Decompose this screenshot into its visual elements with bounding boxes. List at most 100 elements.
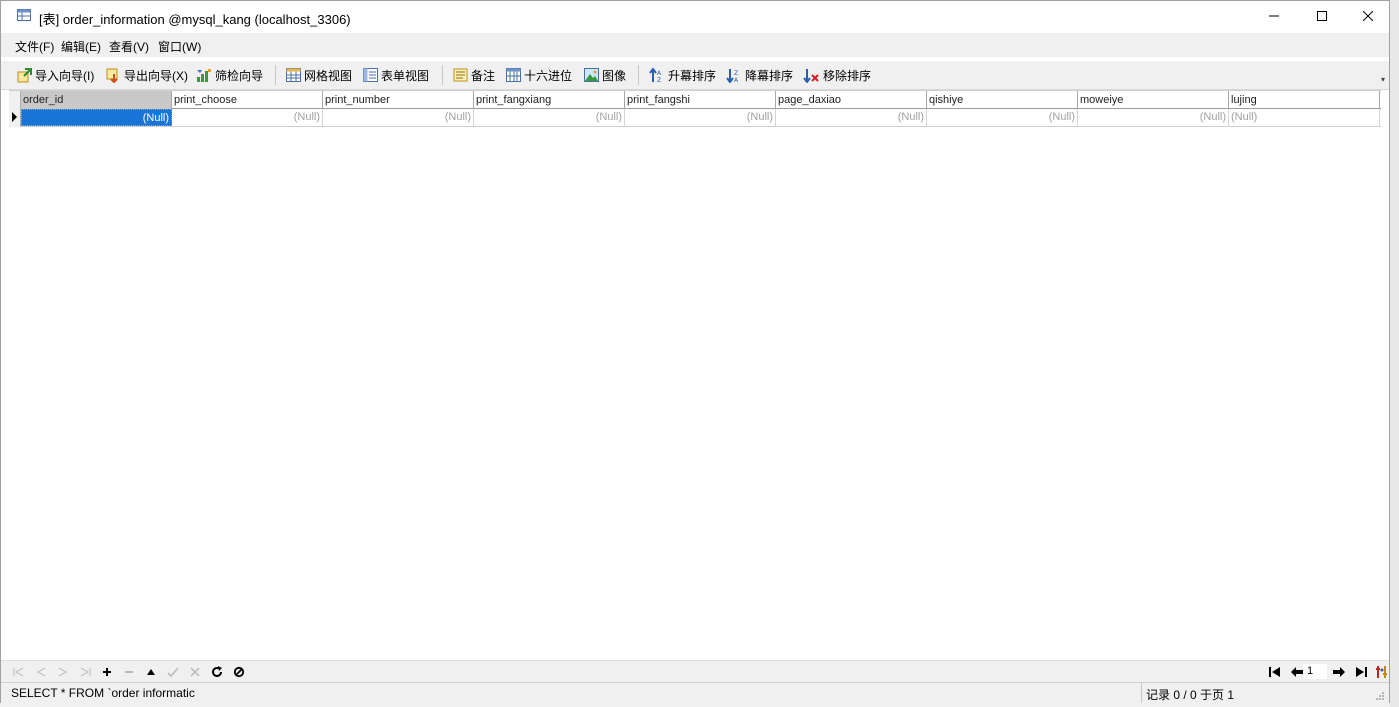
cell-print-number[interactable]: (Null) bbox=[323, 109, 474, 126]
export-wizard-button[interactable]: 导出向导(X) bbox=[106, 66, 188, 84]
discard-changes-button[interactable] bbox=[187, 664, 203, 680]
column-header-lujing[interactable]: lujing bbox=[1229, 91, 1380, 109]
form-view-button[interactable]: 表单视图 bbox=[363, 66, 429, 84]
first-page-icon bbox=[1269, 667, 1280, 677]
form-view-icon bbox=[363, 68, 378, 82]
arrow-right-icon bbox=[1333, 667, 1345, 677]
last-record-button[interactable] bbox=[77, 664, 93, 680]
menu-window[interactable]: 窗口(W) bbox=[158, 38, 201, 55]
minimize-icon bbox=[1269, 15, 1279, 17]
column-header-qishiye[interactable]: qishiye bbox=[927, 91, 1078, 109]
table-icon bbox=[17, 9, 31, 21]
toolbar: 导入向导(I) 导出向导(X) 筛检向导 网格视图 表单视图 备注 十六进位 图… bbox=[1, 61, 1389, 90]
grid-view-label: 网格视图 bbox=[304, 68, 353, 83]
arrow-left-icon bbox=[1291, 667, 1303, 677]
import-icon bbox=[17, 67, 32, 82]
next-record-icon bbox=[58, 667, 68, 677]
cell-print-fangshi[interactable]: (Null) bbox=[625, 109, 776, 126]
sort-ascending-label: 升幕排序 bbox=[668, 68, 717, 83]
triangle-up-icon bbox=[147, 669, 155, 675]
remove-sort-icon bbox=[803, 68, 819, 83]
cell-lujing[interactable]: (Null) bbox=[1229, 109, 1380, 126]
column-header-moweiye[interactable]: moweiye bbox=[1078, 91, 1229, 109]
cell-order-id[interactable]: (Null) bbox=[21, 109, 172, 126]
column-header-print-fangxiang[interactable]: print_fangxiang bbox=[474, 91, 625, 109]
menu-bar: 文件(F) 编辑(E) 查看(V) 窗口(W) bbox=[1, 33, 1389, 57]
current-row-pointer-icon bbox=[12, 112, 17, 122]
column-header-order-id[interactable]: order_id bbox=[21, 91, 172, 109]
record-navigator: 1 bbox=[1, 660, 1389, 683]
cross-icon bbox=[190, 667, 200, 677]
check-icon bbox=[167, 667, 179, 677]
cell-moweiye[interactable]: (Null) bbox=[1078, 109, 1229, 126]
cell-page-daxiao[interactable]: (Null) bbox=[776, 109, 927, 126]
window-title: [表] order_information @mysql_kang (local… bbox=[39, 12, 351, 27]
maximize-button[interactable] bbox=[1299, 1, 1345, 31]
row-header[interactable] bbox=[9, 109, 21, 127]
import-wizard-button[interactable]: 导入向导(I) bbox=[17, 66, 94, 84]
svg-text:A: A bbox=[734, 77, 739, 83]
remove-sort-button[interactable]: 移除排序 bbox=[803, 66, 871, 84]
resize-grip-icon[interactable] bbox=[1375, 691, 1385, 701]
menu-file[interactable]: 文件(F) bbox=[15, 38, 54, 55]
previous-record-icon bbox=[36, 667, 46, 677]
edit-record-button[interactable] bbox=[143, 664, 159, 680]
toolbar-separator bbox=[275, 65, 276, 85]
export-icon bbox=[106, 68, 118, 83]
import-wizard-label: 导入向导(I) bbox=[35, 68, 95, 83]
apply-changes-button[interactable] bbox=[165, 664, 181, 680]
minus-icon bbox=[125, 671, 133, 673]
table-row[interactable]: (Null) (Null) (Null) (Null) (Null) (Null… bbox=[9, 109, 1381, 127]
next-page-button[interactable] bbox=[1331, 664, 1347, 680]
stop-button[interactable] bbox=[231, 664, 247, 680]
column-header-print-choose[interactable]: print_choose bbox=[172, 91, 323, 109]
close-button[interactable] bbox=[1345, 1, 1391, 31]
sort-descending-button[interactable]: ZA 降幕排序 bbox=[726, 66, 793, 84]
data-grid: order_id print_choose print_number print… bbox=[9, 90, 1381, 128]
menu-view[interactable]: 查看(V) bbox=[109, 38, 149, 55]
hex-label: 十六进位 bbox=[524, 68, 573, 83]
status-bar: SELECT * FROM `order informatic 记录 0 / 0… bbox=[1, 682, 1389, 704]
sort-ascending-button[interactable]: AZ 升幕排序 bbox=[649, 66, 716, 84]
first-page-button[interactable] bbox=[1267, 664, 1283, 680]
toolbar-separator bbox=[638, 65, 639, 85]
cell-qishiye[interactable]: (Null) bbox=[927, 109, 1078, 126]
stop-icon bbox=[233, 666, 245, 678]
title-bar[interactable]: [表] order_information @mysql_kang (local… bbox=[1, 1, 1389, 31]
menu-edit[interactable]: 编辑(E) bbox=[61, 38, 101, 55]
toolbar-overflow-icon[interactable]: ▾ bbox=[1381, 75, 1385, 84]
column-header-print-fangshi[interactable]: print_fangshi bbox=[625, 91, 776, 109]
last-page-button[interactable] bbox=[1353, 664, 1369, 680]
column-header-page-daxiao[interactable]: page_daxiao bbox=[776, 91, 927, 109]
memo-button[interactable]: 备注 bbox=[453, 66, 495, 84]
last-record-icon bbox=[80, 667, 91, 677]
form-view-label: 表单视图 bbox=[381, 68, 430, 83]
refresh-button[interactable] bbox=[209, 664, 225, 680]
grid-view-button[interactable]: 网格视图 bbox=[286, 66, 352, 84]
cell-print-choose[interactable]: (Null) bbox=[172, 109, 323, 126]
last-page-icon bbox=[1356, 667, 1367, 677]
first-record-button[interactable] bbox=[11, 664, 27, 680]
filter-wizard-button[interactable]: 筛检向导 bbox=[196, 66, 263, 84]
next-record-button[interactable] bbox=[55, 664, 71, 680]
image-button[interactable]: 图像 bbox=[584, 66, 626, 84]
page-settings-button[interactable] bbox=[1374, 664, 1390, 680]
hex-button[interactable]: 十六进位 bbox=[506, 66, 572, 84]
cell-print-fangxiang[interactable]: (Null) bbox=[474, 109, 625, 126]
svg-text:A: A bbox=[657, 70, 662, 77]
svg-text:Z: Z bbox=[657, 77, 661, 83]
column-header-print-number[interactable]: print_number bbox=[323, 91, 474, 109]
image-label: 图像 bbox=[602, 68, 627, 83]
sort-descending-label: 降幕排序 bbox=[745, 68, 794, 83]
grid-header-row: order_id print_choose print_number print… bbox=[9, 90, 1381, 110]
page-number-input[interactable]: 1 bbox=[1303, 664, 1327, 679]
sort-ascending-icon: AZ bbox=[649, 67, 662, 83]
delete-record-button[interactable] bbox=[121, 664, 137, 680]
grid-corner[interactable] bbox=[9, 91, 21, 110]
table-window: [表] order_information @mysql_kang (local… bbox=[0, 0, 1390, 704]
add-record-button[interactable] bbox=[99, 664, 115, 680]
plus-icon bbox=[103, 668, 111, 676]
status-record-count: 记录 0 / 0 于页 1 bbox=[1146, 688, 1235, 702]
previous-record-button[interactable] bbox=[33, 664, 49, 680]
minimize-button[interactable] bbox=[1251, 1, 1297, 31]
